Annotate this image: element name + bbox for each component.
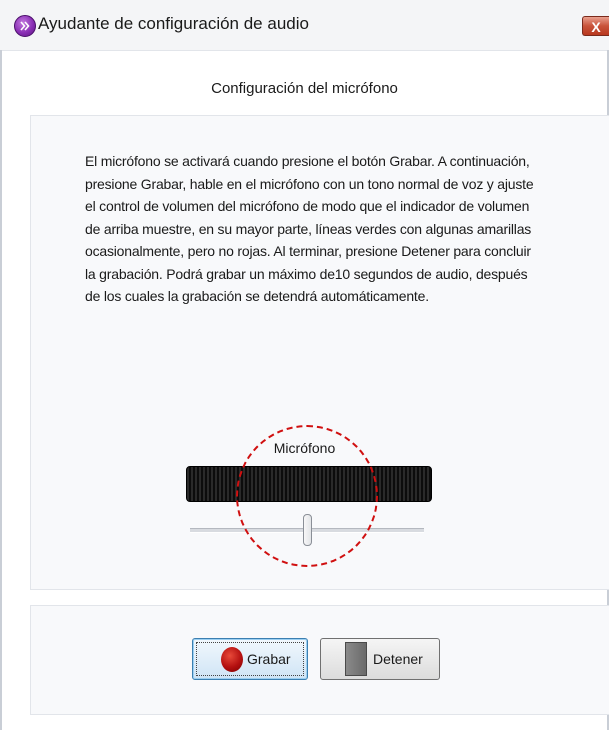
record-button[interactable]: Grabar — [192, 638, 308, 680]
instructions-text: El micrófono se activará cuando presione… — [85, 153, 534, 304]
purple-chevron-icon — [14, 15, 36, 37]
stop-button[interactable]: Detener — [320, 638, 440, 680]
section-title: Configuración del micrófono — [211, 80, 398, 97]
stop-icon — [345, 642, 367, 676]
window-title: Ayudante de configuración de audio — [38, 14, 309, 33]
window-left-border — [0, 50, 2, 730]
title-bar[interactable]: Ayudante de configuración de audio X — [0, 0, 609, 51]
highlight-annotation-circle — [236, 425, 378, 567]
record-button-label: Grabar — [247, 651, 291, 667]
audio-setup-wizard-window: Ayudante de configuración de audio X Con… — [0, 0, 609, 730]
record-icon — [221, 647, 243, 672]
stop-button-label: Detener — [373, 651, 423, 667]
close-button[interactable]: X — [582, 16, 609, 36]
